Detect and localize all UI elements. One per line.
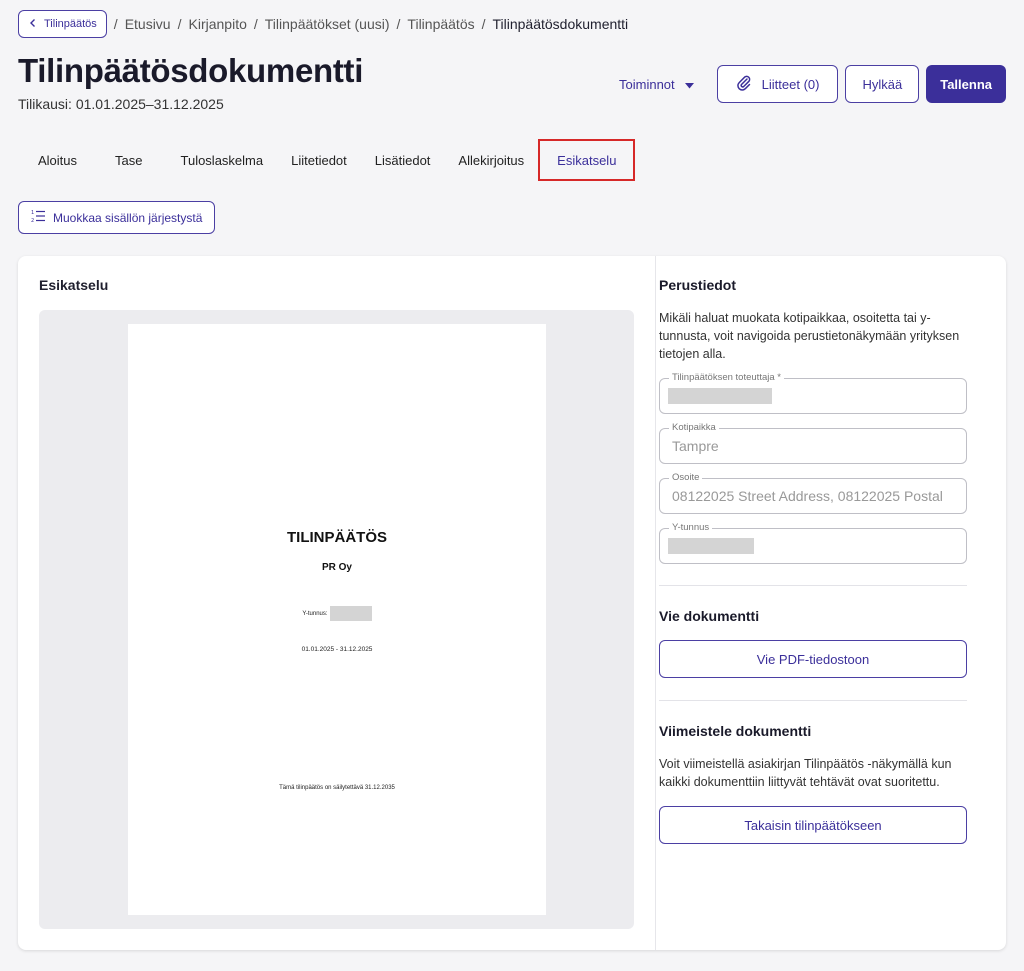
- preparer-field[interactable]: Tilinpäätöksen toteuttaja *: [659, 372, 967, 414]
- document-page: TILINPÄÄTÖS PR Oy Y-tunnus: 01.01.2025 -…: [128, 324, 546, 915]
- back-to-financial-statement-label: Takaisin tilinpäätökseen: [744, 817, 882, 833]
- business-id-field[interactable]: Y-tunnus: [659, 522, 967, 564]
- domicile-field-value: Tampre: [672, 438, 719, 454]
- tab-lisatiedot[interactable]: Lisätiedot: [361, 140, 445, 180]
- back-button-label: Tilinpäätös: [44, 18, 97, 30]
- document-business-id: Y-tunnus:: [128, 606, 546, 621]
- page-title: Tilinpäätösdokumentti: [18, 52, 364, 89]
- header-actions: Toiminnot Liitteet (0) Hylkää Tallenna: [609, 65, 1006, 103]
- tab-bar: Aloitus Tase Tuloslaskelma Liitetiedot L…: [24, 139, 636, 181]
- document-company: PR Oy: [321, 562, 352, 573]
- document-retention-note: Tämä tilinpäätös on säilytettävä 31.12.2…: [279, 785, 395, 791]
- svg-text:1: 1: [31, 210, 34, 216]
- breadcrumb-separator: /: [396, 16, 401, 32]
- tab-aloitus[interactable]: Aloitus: [24, 140, 91, 180]
- address-field-label: Osoite: [669, 472, 703, 483]
- document-business-id-label: Y-tunnus:: [302, 610, 328, 617]
- breadcrumb-current: Tilinpäätösdokumentti: [492, 16, 629, 32]
- finalize-heading: Viimeistele dokumentti: [659, 723, 812, 739]
- redacted-preparer-value: [668, 388, 772, 404]
- document-title: TILINPÄÄTÖS: [287, 529, 387, 546]
- attachments-button[interactable]: Liitteet (0): [716, 65, 839, 103]
- export-heading: Vie dokumentti: [659, 608, 760, 624]
- caret-down-icon: [684, 77, 694, 92]
- business-id-field-label: Y-tunnus: [669, 522, 713, 533]
- page-subtitle: Tilikausi: 01.01.2025–31.12.2025: [18, 96, 224, 112]
- breadcrumb-item-etusivu[interactable]: Etusivu: [125, 16, 171, 32]
- save-button-label: Tallenna: [940, 76, 992, 92]
- tab-tuloslaskelma[interactable]: Tuloslaskelma: [167, 140, 278, 180]
- domicile-field-label: Kotipaikka: [669, 422, 719, 433]
- svg-text:2: 2: [31, 218, 34, 223]
- export-pdf-button[interactable]: Vie PDF-tiedostoon: [659, 640, 967, 678]
- preparer-field-label: Tilinpäätöksen toteuttaja *: [669, 372, 784, 383]
- actions-dropdown-label: Toiminnot: [619, 76, 675, 92]
- back-to-financial-statement-button[interactable]: Takaisin tilinpäätökseen: [659, 806, 967, 844]
- reject-button-label: Hylkää: [862, 76, 903, 92]
- breadcrumb-item-tilinpaatokset[interactable]: Tilinpäätökset (uusi): [265, 16, 390, 32]
- breadcrumb-separator: /: [481, 16, 486, 32]
- basic-info-heading: Perustiedot: [659, 277, 737, 293]
- address-field[interactable]: Osoite 08122025 Street Address, 08122025…: [659, 472, 967, 514]
- tab-allekirjoitus[interactable]: Allekirjoitus: [444, 140, 538, 180]
- basic-info-description: Mikäli haluat muokata kotipaikkaa, osoit…: [659, 311, 960, 361]
- actions-dropdown[interactable]: Toiminnot: [609, 77, 704, 92]
- breadcrumb-separator: /: [177, 16, 182, 32]
- section-divider: [659, 585, 967, 586]
- document-period: 01.01.2025 - 31.12.2025: [301, 646, 373, 653]
- numbered-list-icon: 1 2: [31, 209, 45, 226]
- breadcrumb-item-kirjanpito[interactable]: Kirjanpito: [189, 16, 247, 32]
- save-button[interactable]: Tallenna: [926, 65, 1006, 103]
- breadcrumb-separator: /: [253, 16, 258, 32]
- preview-heading: Esikatselu: [39, 277, 109, 293]
- tab-tase[interactable]: Tase: [91, 140, 166, 180]
- back-button[interactable]: Tilinpäätös: [18, 10, 107, 38]
- tab-liitetiedot[interactable]: Liitetiedot: [277, 140, 361, 180]
- address-field-value: 08122025 Street Address, 08122025 Postal: [672, 488, 943, 504]
- section-divider: [659, 700, 967, 701]
- export-pdf-button-label: Vie PDF-tiedostoon: [756, 651, 870, 667]
- reject-button[interactable]: Hylkää: [845, 65, 920, 103]
- edit-content-order-button[interactable]: 1 2 Muokkaa sisällön järjestystä: [18, 201, 216, 234]
- paperclip-icon: [736, 75, 752, 94]
- finalize-description: Voit viimeistellä asiakirjan Tilinpäätös…: [659, 757, 952, 789]
- breadcrumb-item-tilinpaatos[interactable]: Tilinpäätös: [407, 16, 474, 32]
- preview-area[interactable]: TILINPÄÄTÖS PR Oy Y-tunnus: 01.01.2025 -…: [39, 310, 634, 929]
- breadcrumb: Tilinpäätös / Etusivu / Kirjanpito / Til…: [18, 10, 628, 38]
- tab-esikatselu[interactable]: Esikatselu: [538, 139, 636, 181]
- card-divider: [655, 256, 656, 950]
- redacted-business-id-value: [668, 538, 754, 554]
- chevron-left-icon: [28, 18, 38, 31]
- edit-content-order-label: Muokkaa sisällön järjestystä: [53, 210, 203, 225]
- redacted-business-id: [329, 606, 372, 621]
- domicile-field[interactable]: Kotipaikka Tampre: [659, 422, 967, 464]
- attachments-button-label: Liitteet (0): [761, 76, 820, 92]
- breadcrumb-separator: /: [113, 16, 118, 32]
